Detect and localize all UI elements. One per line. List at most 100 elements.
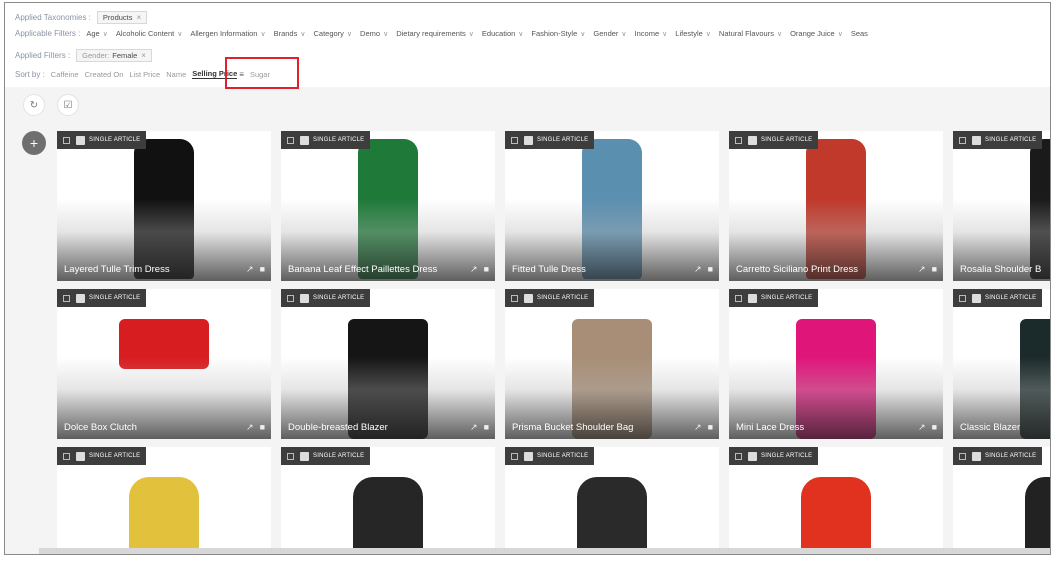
product-card[interactable]: SINGLE ARTICLE Banana Leaf Effect Paillet…	[281, 131, 495, 281]
pin-icon[interactable]: ↗	[918, 264, 926, 275]
product-card[interactable]: SINGLE ARTICLE Dolce Box Clutch ↗ ■	[57, 289, 271, 439]
pin-icon[interactable]: ↗	[918, 422, 926, 433]
pin-icon[interactable]: ↗	[694, 422, 702, 433]
pin-icon[interactable]: ↗	[694, 264, 702, 275]
pin-icon[interactable]: ↗	[470, 264, 478, 275]
product-title: Mini Lace Dress	[736, 422, 805, 433]
taxonomy-chip-products[interactable]: Products ×	[96, 11, 148, 24]
product-card[interactable]: SINGLE ARTICLE Mini Lace Dress ↗ ■	[729, 289, 943, 439]
badge-label: SINGLE ARTICLE	[537, 453, 589, 459]
filter-dropdown[interactable]: Fashion-Style ∨	[531, 29, 585, 38]
applied-filter-chip-gender[interactable]: Gender: Female ×	[76, 49, 152, 62]
card-checkbox[interactable]	[287, 136, 294, 144]
product-card[interactable]: SINGLE ARTICLE Rosalia Shoulder B	[953, 131, 1050, 281]
badge-label: SINGLE ARTICLE	[89, 137, 141, 143]
filter-dropdown[interactable]: Alcoholic Content ∨	[116, 29, 183, 38]
sort-option-created-on[interactable]: Created On	[85, 70, 124, 79]
trash-icon[interactable]: ■	[484, 422, 489, 433]
sort-option-name[interactable]: Name	[166, 70, 186, 79]
close-icon[interactable]: ×	[137, 13, 142, 22]
card-checkbox[interactable]	[959, 294, 966, 302]
trash-icon[interactable]: ■	[484, 264, 489, 275]
filter-label: Brands	[273, 29, 298, 38]
product-card[interactable]: SINGLE ARTICLE	[505, 447, 719, 554]
sort-option-caffeine[interactable]: Caffeine	[51, 70, 79, 79]
filter-label: Dietary requirements	[396, 29, 466, 38]
pin-icon[interactable]: ↗	[246, 264, 254, 275]
trash-icon[interactable]: ■	[708, 264, 713, 275]
article-type-badge: SINGLE ARTICLE	[57, 131, 147, 149]
pin-icon[interactable]: ↗	[470, 422, 478, 433]
product-title: Carretto Siciliano Print Dress	[736, 264, 858, 275]
refresh-icon[interactable]: ↻	[23, 94, 45, 116]
filter-dropdown[interactable]: Income ∨	[635, 29, 668, 38]
article-type-badge: SINGLE ARTICLE	[953, 289, 1043, 307]
product-card[interactable]: SINGLE ARTICLE Fitted Tulle Dress ↗ ■	[505, 131, 719, 281]
trash-icon[interactable]: ■	[932, 422, 937, 433]
article-type-badge: SINGLE ARTICLE	[281, 289, 371, 307]
filter-dropdown[interactable]: Category ∨	[313, 29, 352, 38]
product-card[interactable]: SINGLE ARTICLE Carretto Siciliano Print D…	[729, 131, 943, 281]
filter-label: Category	[313, 29, 344, 38]
filter-dropdown[interactable]: Age ∨	[86, 29, 107, 38]
checkbox-icon[interactable]: ☑	[57, 94, 79, 116]
card-checkbox[interactable]	[511, 452, 518, 460]
article-icon	[76, 293, 85, 303]
card-checkbox[interactable]	[287, 452, 294, 460]
article-type-badge: SINGLE ARTICLE	[729, 447, 819, 465]
product-title: Double-breasted Blazer	[288, 422, 388, 433]
pin-icon[interactable]: ↗	[246, 422, 254, 433]
sort-option-list-price[interactable]: List Price	[129, 70, 160, 79]
applied-taxonomies-row: Applied Taxonomies : Products ×	[15, 11, 153, 24]
filter-dropdown[interactable]: Allergen Information ∨	[190, 29, 265, 38]
filter-dropdown[interactable]: Lifestyle ∨	[675, 29, 711, 38]
card-checkbox[interactable]	[735, 136, 742, 144]
filter-dropdown[interactable]: Seas	[851, 29, 868, 38]
product-card[interactable]: SINGLE ARTICLE Double-breasted Blazer ↗ ■	[281, 289, 495, 439]
card-checkbox[interactable]	[511, 294, 518, 302]
filter-dropdown[interactable]: Gender ∨	[593, 29, 626, 38]
filter-label: Alcoholic Content	[115, 29, 175, 38]
filter-dropdown[interactable]: Orange Juice ∨	[790, 29, 843, 38]
card-checkbox[interactable]	[959, 136, 966, 144]
product-card[interactable]: SINGLE ARTICLE	[281, 447, 495, 554]
plus-icon[interactable]: +	[22, 131, 46, 155]
filter-dropdown[interactable]: Demo ∨	[360, 29, 388, 38]
badge-label: SINGLE ARTICLE	[761, 295, 813, 301]
product-title: Dolce Box Clutch	[64, 422, 137, 433]
trash-icon[interactable]: ■	[932, 264, 937, 275]
product-card[interactable]: SINGLE ARTICLE Prisma Bucket Shoulder Bag…	[505, 289, 719, 439]
card-checkbox[interactable]	[287, 294, 294, 302]
card-checkbox[interactable]	[735, 452, 742, 460]
product-card[interactable]: SINGLE ARTICLE Classic Blazer	[953, 289, 1050, 439]
taxonomy-chip-label: Products	[102, 13, 133, 22]
product-card[interactable]: SINGLE ARTICLE	[729, 447, 943, 554]
product-card[interactable]: SINGLE ARTICLE Layered Tulle Trim Dress ↗ ■	[57, 131, 271, 281]
card-checkbox[interactable]	[63, 294, 70, 302]
filter-dropdown[interactable]: Natural Flavours ∨	[719, 29, 782, 38]
applied-filters-row: Applied Filters : Gender: Female ×	[15, 49, 158, 62]
trash-icon[interactable]: ■	[708, 422, 713, 433]
article-icon	[300, 135, 309, 145]
card-checkbox[interactable]	[959, 452, 966, 460]
product-title: Rosalia Shoulder B	[960, 264, 1042, 275]
trash-icon[interactable]: ■	[260, 264, 265, 275]
filter-label: Allergen Information	[190, 29, 258, 38]
card-checkbox[interactable]	[735, 294, 742, 302]
badge-label: SINGLE ARTICLE	[537, 295, 589, 301]
filter-dropdown[interactable]: Education ∨	[482, 29, 523, 38]
card-checkbox[interactable]	[63, 136, 70, 144]
trash-icon[interactable]: ■	[260, 422, 265, 433]
article-icon	[524, 451, 533, 461]
article-type-badge: SINGLE ARTICLE	[281, 447, 371, 465]
filter-dropdown[interactable]: Brands ∨	[274, 29, 306, 38]
filter-label: Seas	[850, 29, 868, 38]
horizontal-scrollbar[interactable]	[39, 548, 1050, 554]
product-card[interactable]: SINGLE ARTICLE	[953, 447, 1050, 554]
product-card[interactable]: SINGLE ARTICLE	[57, 447, 271, 554]
card-checkbox[interactable]	[63, 452, 70, 460]
close-icon[interactable]: ×	[141, 51, 146, 60]
filter-dropdown[interactable]: Dietary requirements ∨	[396, 29, 474, 38]
chip-key: Gender:	[82, 51, 110, 60]
card-checkbox[interactable]	[511, 136, 518, 144]
